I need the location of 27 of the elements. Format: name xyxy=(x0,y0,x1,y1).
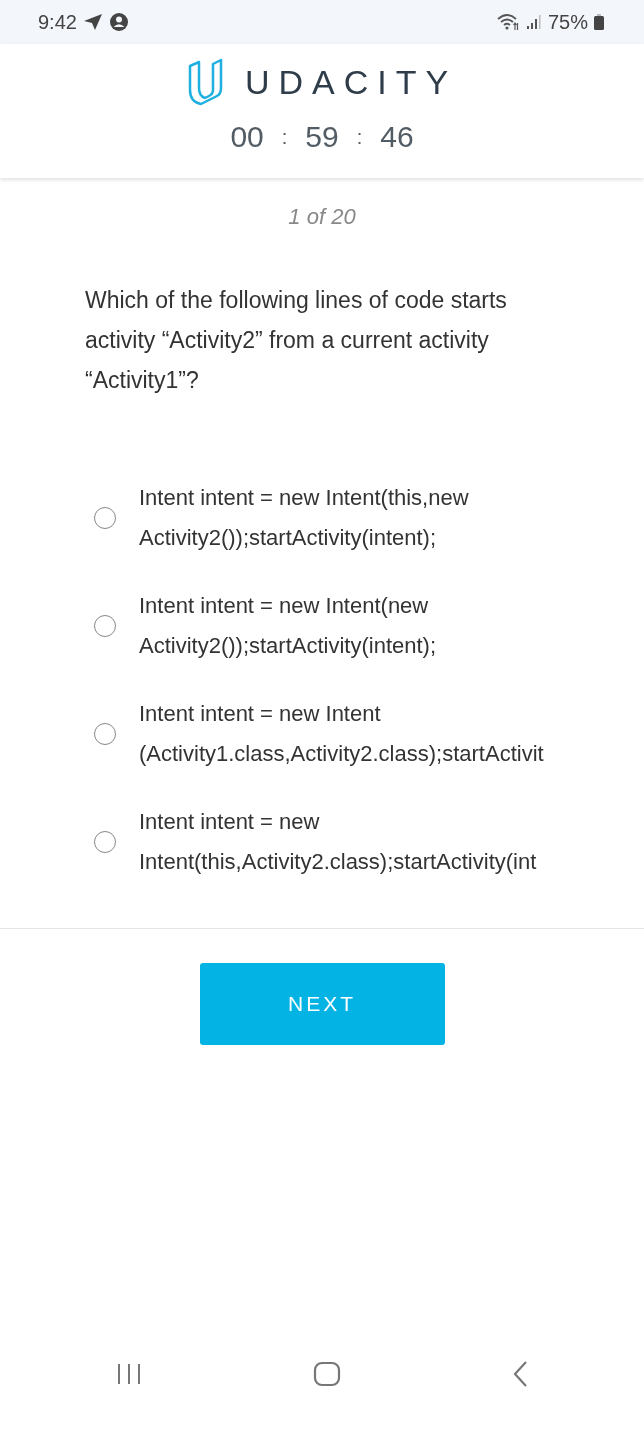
account-icon xyxy=(108,12,129,32)
home-icon[interactable] xyxy=(313,1360,341,1387)
option-text: Intent intent = new Intent(this,new xyxy=(139,484,469,512)
battery-icon xyxy=(594,13,604,31)
back-icon[interactable] xyxy=(512,1359,529,1388)
wifi-icon xyxy=(495,13,520,31)
option-text: Activity2());startActivity(intent); xyxy=(139,524,437,552)
brand-name: UDACITY xyxy=(244,62,458,102)
timer-separator: : xyxy=(281,125,288,149)
paper-plane-icon xyxy=(82,13,103,31)
recent-apps-icon[interactable] xyxy=(115,1362,142,1385)
option-text: (Activity1.class,Activity2.class);startActivit xyxy=(139,740,544,768)
option-text: Activity2());startActivity(intent); xyxy=(139,632,437,660)
timer-digits: 00 xyxy=(230,120,264,154)
option-text: Intent(this,Activity2.class);startActivity(int xyxy=(139,848,537,876)
status-time: 9:42 xyxy=(38,10,77,34)
battery-percent: 75% xyxy=(547,10,588,34)
option-text: Intent intent = new Intent(new xyxy=(139,592,429,620)
timer-separator: : xyxy=(356,125,363,149)
logo-icon xyxy=(186,58,223,106)
option-text: Intent intent = new Intent xyxy=(139,700,381,728)
timer-digits: 46 xyxy=(380,120,414,154)
question-text: Which of the following lines of code starts activity “Activity2” from a current activity “Activity1”? xyxy=(85,286,508,395)
signal-icon xyxy=(525,14,542,30)
next-button[interactable]: NEXT xyxy=(199,963,445,1045)
timer-digits: 59 xyxy=(305,120,339,154)
option-text: Intent intent = new xyxy=(139,808,320,836)
